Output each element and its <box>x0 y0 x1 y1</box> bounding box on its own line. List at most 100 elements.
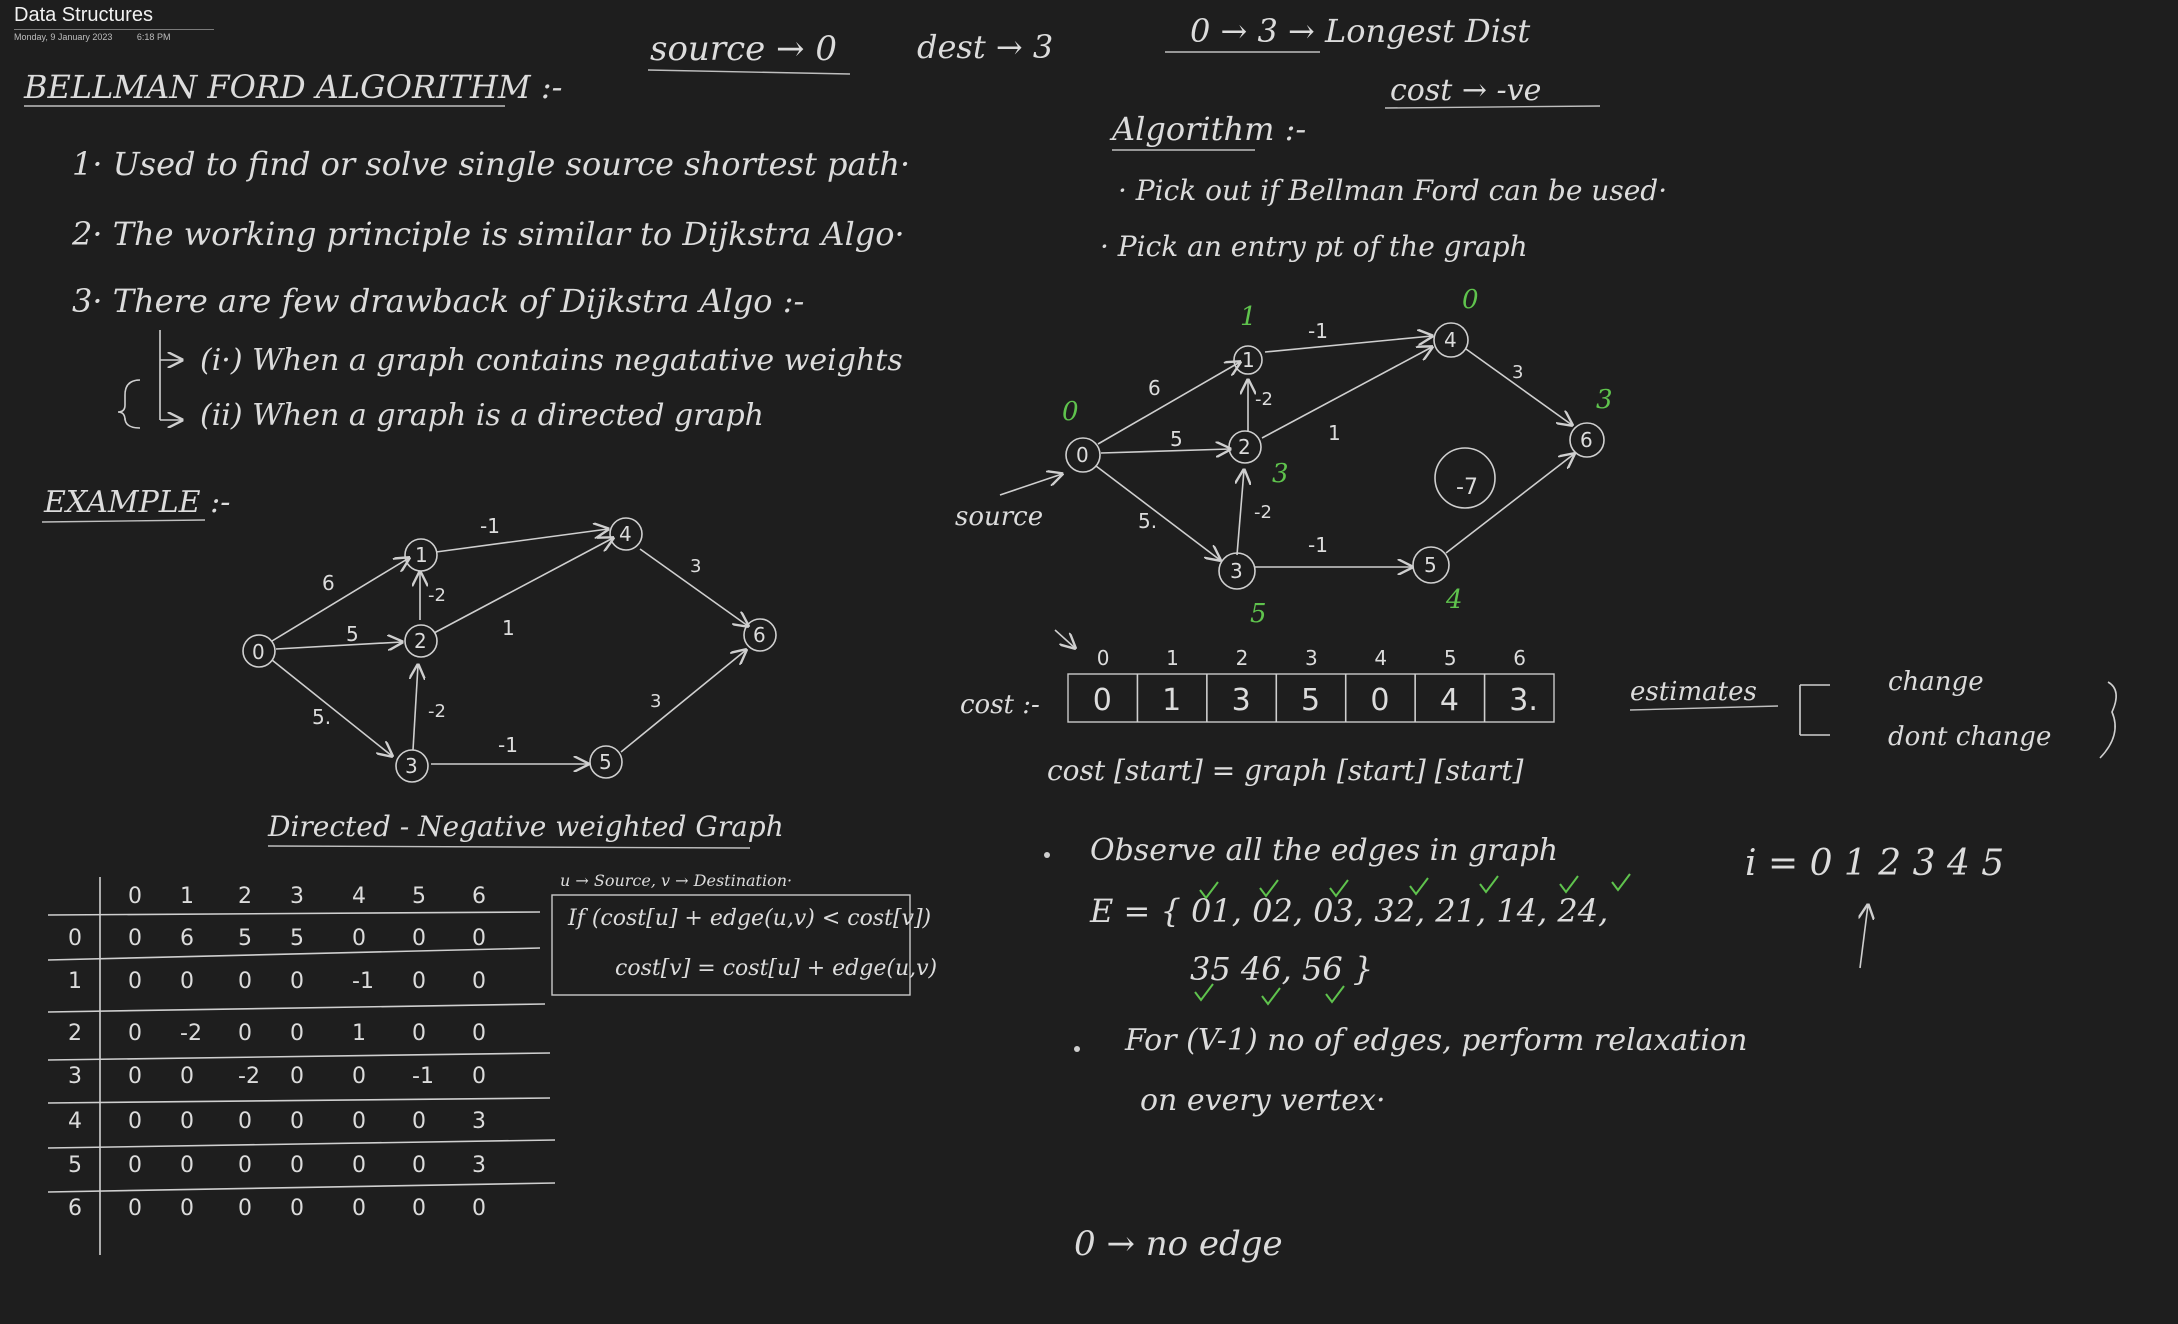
node-label: 1 <box>1242 348 1255 372</box>
matrix-cell: 3 <box>472 1109 486 1134</box>
matrix-row-header: 5 <box>68 1153 82 1178</box>
node-label: 5 <box>1424 553 1437 577</box>
sub-brace <box>117 379 141 429</box>
estimates-bracket <box>1799 684 1830 736</box>
source-underline <box>647 69 851 75</box>
change-label: change <box>1888 667 1984 697</box>
matrix-col-header: 2 <box>238 884 252 909</box>
edge-label: -1 <box>1308 319 1328 343</box>
node-label: 0 <box>1076 443 1089 467</box>
algorithm-graph: 0 1 2 3 4 5 6 6 5 5. -1 -2 1 -2 -1 3 -7 … <box>999 285 1613 629</box>
edge-label: 5 <box>346 622 359 646</box>
edge-label: 3 <box>690 556 701 577</box>
sub-point-2: (ii) When a graph is a directed graph <box>200 398 764 433</box>
edge-list-1: E = { 01, 02, 03, 32, 21, 14, 24, <box>1089 892 1608 930</box>
matrix-col-header: 1 <box>180 884 194 909</box>
matrix-cell: 1 <box>352 1021 366 1046</box>
edge-label: -1 <box>480 514 500 538</box>
point-1: 1· Used to find or solve single source s… <box>72 145 910 183</box>
adjacency-matrix: 0 0 1 1 2 2 3 3 4 4 5 5 6 6 0 6 5 5 0 0 0 0 0 0 0 -1 0 0 0 -2 0 0 1 0 0 0 0 -… <box>47 877 556 1255</box>
matrix-cell: 0 <box>128 926 142 951</box>
matrix-cell: 0 <box>472 969 486 994</box>
matrix-cell: 0 <box>412 1021 426 1046</box>
algorithm-heading: BELLMAN FORD ALGORITHM :- <box>23 68 562 106</box>
node-label: 5 <box>599 750 612 774</box>
matrix-cell: -1 <box>352 969 374 994</box>
green-cost: 4 <box>1445 585 1463 615</box>
algorithm-subheading: Algorithm :- <box>1109 110 1306 148</box>
matrix-cell: 0 <box>180 1153 194 1178</box>
cost-index: 5 <box>1444 646 1457 670</box>
matrix-cell: 0 <box>238 1021 252 1046</box>
matrix-cell: 0 <box>472 1196 486 1221</box>
point-3: 3· There are few drawback of Dijkstra Al… <box>72 282 804 320</box>
node-label: 6 <box>1580 428 1593 452</box>
matrix-cell: 0 <box>352 1153 366 1178</box>
matrix-row-header: 1 <box>68 969 82 994</box>
green-cost: 1 <box>1240 302 1257 332</box>
edge-list-2: 35 46, 56 } <box>1190 950 1373 988</box>
matrix-col-header: 0 <box>128 884 142 909</box>
edge-label: 1 <box>1328 421 1341 445</box>
relax-legend: u → Source, v → Destination· <box>560 871 792 890</box>
matrix-cell: 0 <box>412 1196 426 1221</box>
no-edge-note: 0 → no edge <box>1074 1224 1283 1264</box>
bullet <box>1044 852 1050 858</box>
relax-condition: If (cost[u] + edge(u,v) < cost[v]) <box>567 906 931 931</box>
matrix-cell: 0 <box>352 1196 366 1221</box>
ink-canvas[interactable]: source → 0 dest → 3 0 → 3 → Longest Dist… <box>0 0 2178 1324</box>
relax-update: cost[v] = cost[u] + edge(u,v) <box>615 956 937 981</box>
matrix-cell: 0 <box>180 1196 194 1221</box>
matrix-row-header: 2 <box>68 1021 82 1046</box>
example-label: EXAMPLE :- <box>43 485 230 520</box>
cost-index: 3 <box>1305 646 1318 670</box>
node-label: 6 <box>753 623 766 647</box>
cost-formula: cost [start] = graph [start] [start] <box>1047 754 1524 787</box>
cost-cell: 1 <box>1162 683 1181 718</box>
cost-cell: 0 <box>1370 683 1389 718</box>
source-note: source → 0 <box>650 29 837 69</box>
green-cost: 3 <box>1272 459 1289 489</box>
graph-caption: Directed - Negative weighted Graph <box>267 810 784 843</box>
green-cost: 0 <box>1062 397 1079 427</box>
edge-label: 3 <box>1512 362 1523 383</box>
matrix-cell: 0 <box>128 969 142 994</box>
green-cost: 0 <box>1462 285 1479 315</box>
edge-label: 5. <box>312 705 331 729</box>
matrix-cell: -2 <box>180 1021 202 1046</box>
node-label: 2 <box>1238 435 1251 459</box>
matrix-cell: -2 <box>238 1064 260 1089</box>
green-cost: 5 <box>1250 599 1267 629</box>
matrix-cell: 0 <box>472 926 486 951</box>
matrix-row-header: 3 <box>68 1064 82 1089</box>
matrix-cell: 0 <box>472 1021 486 1046</box>
cost-index: 6 <box>1513 646 1526 670</box>
node-label: 2 <box>414 629 427 653</box>
node-label: 1 <box>415 543 428 567</box>
matrix-cell: 6 <box>180 926 194 951</box>
matrix-cell: 5 <box>290 926 304 951</box>
matrix-cell: 0 <box>412 969 426 994</box>
pointer-arrow <box>1054 629 1075 648</box>
edge-label: 3 <box>650 691 661 712</box>
matrix-cell: -1 <box>412 1064 434 1089</box>
green-cost: 3 <box>1596 385 1613 415</box>
cost-note: cost → -ve <box>1390 73 1541 108</box>
matrix-cell: 0 <box>180 1064 194 1089</box>
source-label: source <box>955 502 1043 532</box>
node-label: 4 <box>619 522 632 546</box>
matrix-col-header: 4 <box>352 884 366 909</box>
cost-array: 0 0 1 1 2 3 3 5 4 0 5 4 6 3. <box>1093 646 1538 722</box>
algo-step-1: · Pick out if Bellman Ford can be used· <box>1118 174 1667 207</box>
observe-text: Observe all the edges in graph <box>1090 833 1558 868</box>
node-label: 3 <box>405 754 418 778</box>
matrix-cell: 0 <box>180 1109 194 1134</box>
matrix-cell: 0 <box>412 1109 426 1134</box>
cost-index: 4 <box>1374 646 1387 670</box>
matrix-cell: 0 <box>290 1196 304 1221</box>
matrix-row-header: 6 <box>68 1196 82 1221</box>
node-label: 0 <box>252 640 265 664</box>
cost-index: 2 <box>1236 646 1249 670</box>
cost-index: 1 <box>1166 646 1179 670</box>
algo-step-2: · Pick an entry pt of the graph <box>1100 230 1528 263</box>
